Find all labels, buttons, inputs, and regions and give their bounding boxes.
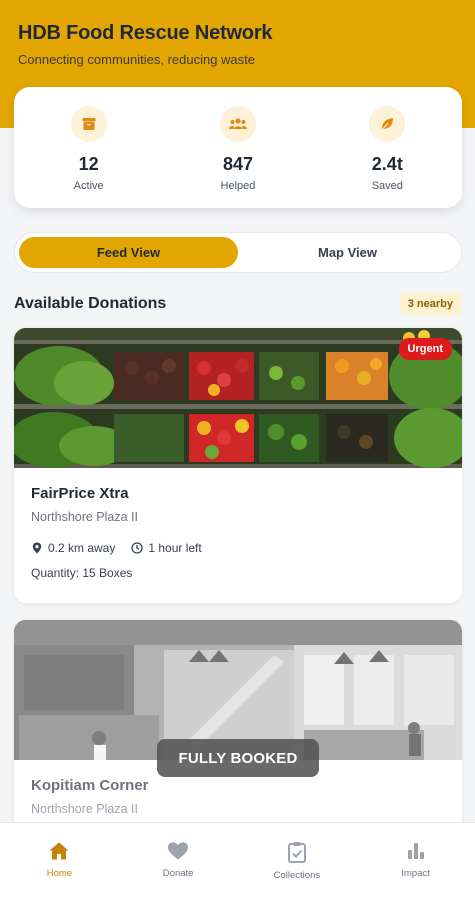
nav-label: Impact bbox=[401, 868, 430, 879]
distance-text: 0.2 km away bbox=[48, 541, 116, 555]
nav-collections[interactable]: Collections bbox=[238, 823, 357, 907]
stat-active: 12 Active bbox=[29, 106, 149, 208]
donor-location: Northshore Plaza II bbox=[31, 510, 138, 524]
stats-card: 12 Active 847 Helped 2.4t Saved bbox=[14, 87, 462, 208]
stat-label: Active bbox=[73, 180, 104, 192]
section-title: Available Donations bbox=[14, 295, 167, 312]
nav-donate[interactable]: Donate bbox=[119, 823, 238, 907]
home-icon bbox=[49, 842, 69, 860]
produce-shelves-photo: Urgent bbox=[14, 328, 462, 468]
feed-view-tab[interactable]: Feed View bbox=[19, 237, 238, 268]
clock-icon bbox=[131, 542, 144, 554]
stat-saved: 2.4t Saved bbox=[327, 106, 447, 208]
leaf-icon bbox=[369, 106, 406, 142]
nav-label: Donate bbox=[162, 868, 194, 879]
users-icon bbox=[219, 106, 256, 142]
clipboard-check-icon bbox=[287, 842, 306, 863]
fully-booked-badge: FULLY BOOKED bbox=[157, 739, 319, 777]
location-pin-icon bbox=[32, 542, 42, 554]
stat-value: 847 bbox=[222, 154, 253, 174]
stat-label: Saved bbox=[371, 180, 403, 192]
bar-chart-icon bbox=[407, 843, 424, 859]
donation-card[interactable]: Urgent FairPrice Xtra Northshore Plaza I… bbox=[14, 328, 462, 603]
bottom-nav: Home Donate Collections Impact bbox=[0, 822, 475, 907]
stat-label: Helped bbox=[220, 180, 256, 192]
stat-value: 12 bbox=[78, 154, 99, 174]
time-left-text: 1 hour left bbox=[148, 541, 202, 555]
app-title: HDB Food Rescue Network bbox=[18, 22, 273, 44]
donor-name: FairPrice Xtra bbox=[31, 485, 129, 502]
box-icon bbox=[70, 106, 107, 142]
nav-home[interactable]: Home bbox=[0, 823, 119, 907]
app-subtitle: Connecting communities, reducing waste bbox=[18, 52, 256, 67]
urgent-badge: Urgent bbox=[398, 338, 452, 360]
heart-icon bbox=[168, 842, 189, 860]
nav-label: Home bbox=[46, 868, 73, 879]
quantity-text: Quantity: 15 Boxes bbox=[31, 566, 133, 580]
nav-impact[interactable]: Impact bbox=[356, 823, 475, 907]
nav-label: Collections bbox=[273, 870, 321, 881]
stat-value: 2.4t bbox=[371, 154, 403, 174]
stat-helped: 847 Helped bbox=[178, 106, 298, 208]
view-toggle: Feed View Map View bbox=[14, 232, 462, 273]
map-view-tab[interactable]: Map View bbox=[238, 237, 457, 268]
nearby-count-badge: 3 nearby bbox=[399, 293, 461, 315]
